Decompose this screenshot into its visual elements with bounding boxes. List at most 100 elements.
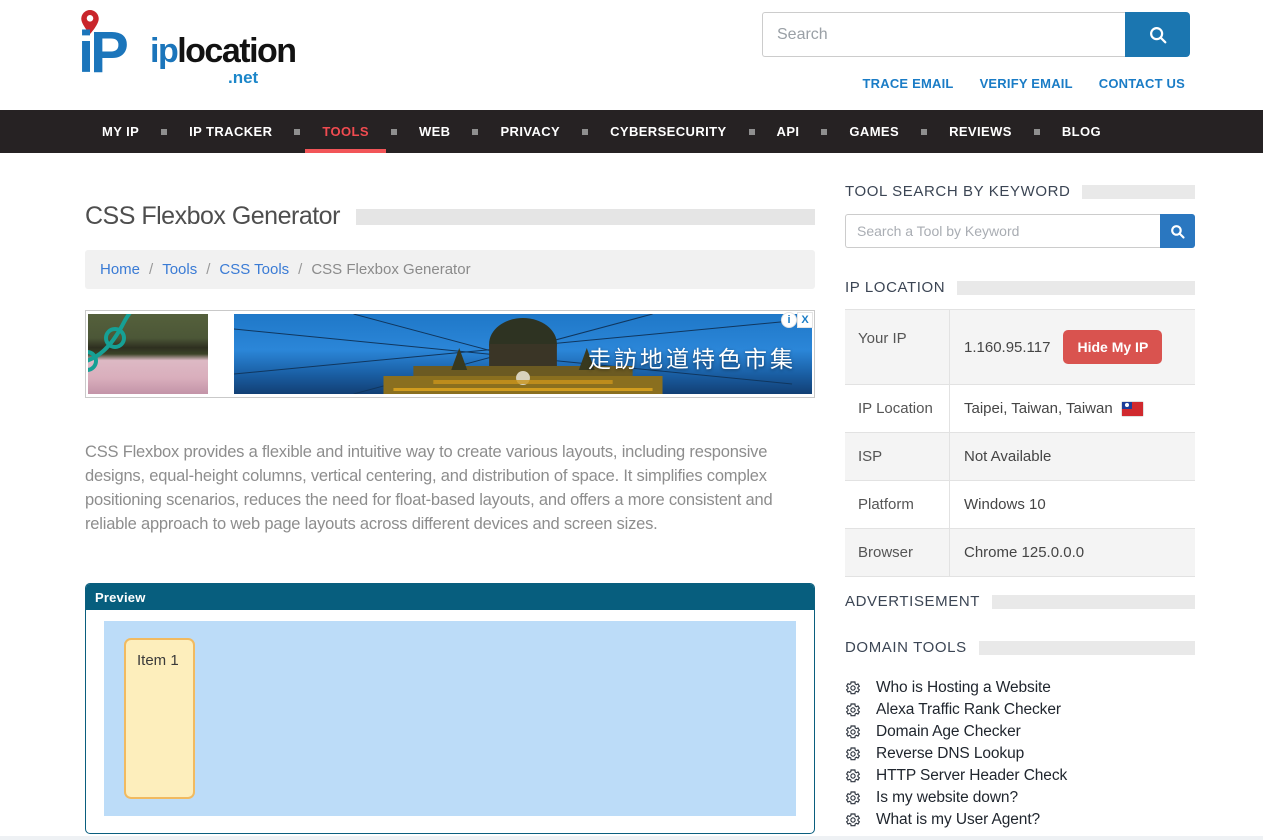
breadcrumb-separator: / [298, 261, 302, 278]
gear-icon [845, 812, 862, 828]
gear-icon [845, 702, 862, 718]
row-label: Platform [845, 481, 950, 528]
flexbox-item-1: Item 1 [124, 638, 195, 799]
page-title-block: CSS Flexbox Generator [85, 202, 815, 231]
row-label: ISP [845, 433, 950, 480]
tool-link-http-header[interactable]: HTTP Server Header Check [845, 765, 1195, 787]
gear-icon [845, 746, 862, 762]
nav-item-games[interactable]: GAMES [832, 110, 916, 153]
nav-separator [294, 129, 300, 135]
table-row-browser: Browser Chrome 125.0.0.0 [845, 529, 1195, 577]
tool-search-heading: TOOL SEARCH BY KEYWORD [845, 183, 1195, 200]
header-links: TRACE EMAIL VERIFY EMAIL CONTACT US [863, 76, 1185, 91]
trace-email-link[interactable]: TRACE EMAIL [863, 76, 954, 91]
breadcrumb-current: CSS Flexbox Generator [311, 261, 470, 278]
domain-tools-heading: DOMAIN TOOLS [845, 639, 1195, 656]
ad-main-image: 走訪地道特色市集 [234, 314, 812, 394]
breadcrumb-tools[interactable]: Tools [162, 261, 197, 278]
hide-my-ip-button[interactable]: Hide My IP [1063, 330, 1162, 364]
tool-link-label: Alexa Traffic Rank Checker [876, 701, 1061, 719]
domain-tools-list: Who is Hosting a Website Alexa Traffic R… [845, 677, 1195, 831]
page-bottom-strip [0, 836, 1263, 840]
contact-us-link[interactable]: CONTACT US [1099, 76, 1185, 91]
heading-decorative-bar [979, 641, 1195, 655]
tool-link-label: Reverse DNS Lookup [876, 745, 1024, 763]
page-title: CSS Flexbox Generator [85, 202, 340, 231]
breadcrumb: Home / Tools / CSS Tools / CSS Flexbox G… [85, 250, 815, 289]
ad-doodle-graphic [88, 314, 208, 394]
logo-net-suffix: .net [228, 68, 258, 88]
gear-icon [845, 790, 862, 806]
nav-item-privacy[interactable]: PRIVACY [483, 110, 577, 153]
table-row-isp: ISP Not Available [845, 433, 1195, 481]
table-row-platform: Platform Windows 10 [845, 481, 1195, 529]
tool-search [845, 214, 1195, 248]
nav-item-tools[interactable]: TOOLS [305, 110, 386, 153]
nav-separator [391, 129, 397, 135]
row-label: IP Location [845, 385, 950, 432]
nav-item-blog[interactable]: BLOG [1045, 110, 1118, 153]
sidebar: TOOL SEARCH BY KEYWORD IP LOCATION Your … [845, 183, 1195, 200]
logo-monogram: iP [78, 24, 125, 82]
advertisement-heading-text: ADVERTISEMENT [845, 593, 980, 610]
verify-email-link[interactable]: VERIFY EMAIL [980, 76, 1073, 91]
tool-link-reverse-dns[interactable]: Reverse DNS Lookup [845, 743, 1195, 765]
row-value: 1.160.95.117 Hide My IP [950, 310, 1195, 384]
nav-separator [472, 129, 478, 135]
domain-tools-heading-text: DOMAIN TOOLS [845, 639, 967, 656]
breadcrumb-css-tools[interactable]: CSS Tools [219, 261, 289, 278]
nav-separator [749, 129, 755, 135]
advertisement-heading: ADVERTISEMENT [845, 593, 1195, 610]
tool-link-label: HTTP Server Header Check [876, 767, 1067, 785]
nav-item-ip-tracker[interactable]: IP TRACKER [172, 110, 289, 153]
ad-close-icon[interactable]: X [797, 312, 813, 328]
nav-item-my-ip[interactable]: MY IP [85, 110, 156, 153]
tool-description: CSS Flexbox provides a flexible and intu… [85, 440, 807, 536]
ad-choice-badges: i X [781, 312, 813, 328]
row-label: Your IP [845, 310, 950, 384]
tool-link-user-agent[interactable]: What is my User Agent? [845, 809, 1195, 831]
tool-search-input[interactable] [845, 214, 1160, 248]
title-decorative-bar [356, 209, 815, 225]
nav-separator [582, 129, 588, 135]
nav-separator [161, 129, 167, 135]
tool-link-domain-age[interactable]: Domain Age Checker [845, 721, 1195, 743]
header-search-button[interactable] [1125, 12, 1190, 57]
site-header: iP iplocation .net TRACE EMAIL VERIFY EM… [0, 0, 1263, 110]
tool-link-alexa-rank[interactable]: Alexa Traffic Rank Checker [845, 699, 1195, 721]
tool-search-heading-text: TOOL SEARCH BY KEYWORD [845, 183, 1070, 200]
heading-decorative-bar [957, 281, 1195, 295]
tool-search-button[interactable] [1160, 214, 1195, 248]
tool-link-label: Domain Age Checker [876, 723, 1021, 741]
ad-banner[interactable]: 走訪地道特色市集 i X [85, 310, 815, 398]
tool-link-who-is-hosting[interactable]: Who is Hosting a Website [845, 677, 1195, 699]
table-row-ip-location: IP Location Taipei, Taiwan, Taiwan [845, 385, 1195, 433]
site-logo[interactable]: iP iplocation .net [78, 8, 318, 94]
flexbox-container: Item 1 [104, 621, 796, 816]
tool-link-label: Is my website down? [876, 789, 1018, 807]
nav-item-api[interactable]: API [760, 110, 817, 153]
nav-item-cybersecurity[interactable]: CYBERSECURITY [593, 110, 743, 153]
tool-link-website-down[interactable]: Is my website down? [845, 787, 1195, 809]
ad-info-icon[interactable]: i [781, 312, 797, 328]
row-value: Windows 10 [950, 481, 1195, 528]
ip-location-value: Taipei, Taiwan, Taiwan [964, 400, 1113, 417]
ad-left-image [88, 314, 208, 394]
nav-separator [1034, 129, 1040, 135]
header-search [762, 12, 1190, 57]
gear-icon [845, 768, 862, 784]
row-value: Not Available [950, 433, 1195, 480]
main-nav: MY IP IP TRACKER TOOLS WEB PRIVACY CYBER… [0, 110, 1263, 153]
tool-link-label: What is my User Agent? [876, 811, 1040, 829]
tool-link-label: Who is Hosting a Website [876, 679, 1051, 697]
breadcrumb-separator: / [149, 261, 153, 278]
your-ip-value: 1.160.95.117 [964, 339, 1050, 356]
nav-item-web[interactable]: WEB [402, 110, 468, 153]
logo-wordmark: iplocation [150, 32, 296, 71]
header-search-input[interactable] [762, 12, 1125, 57]
ad-overlay-text: 走訪地道特色市集 [588, 340, 796, 374]
nav-item-reviews[interactable]: REVIEWS [932, 110, 1029, 153]
heading-decorative-bar [992, 595, 1195, 609]
search-icon [1147, 24, 1169, 46]
breadcrumb-home[interactable]: Home [100, 261, 140, 278]
